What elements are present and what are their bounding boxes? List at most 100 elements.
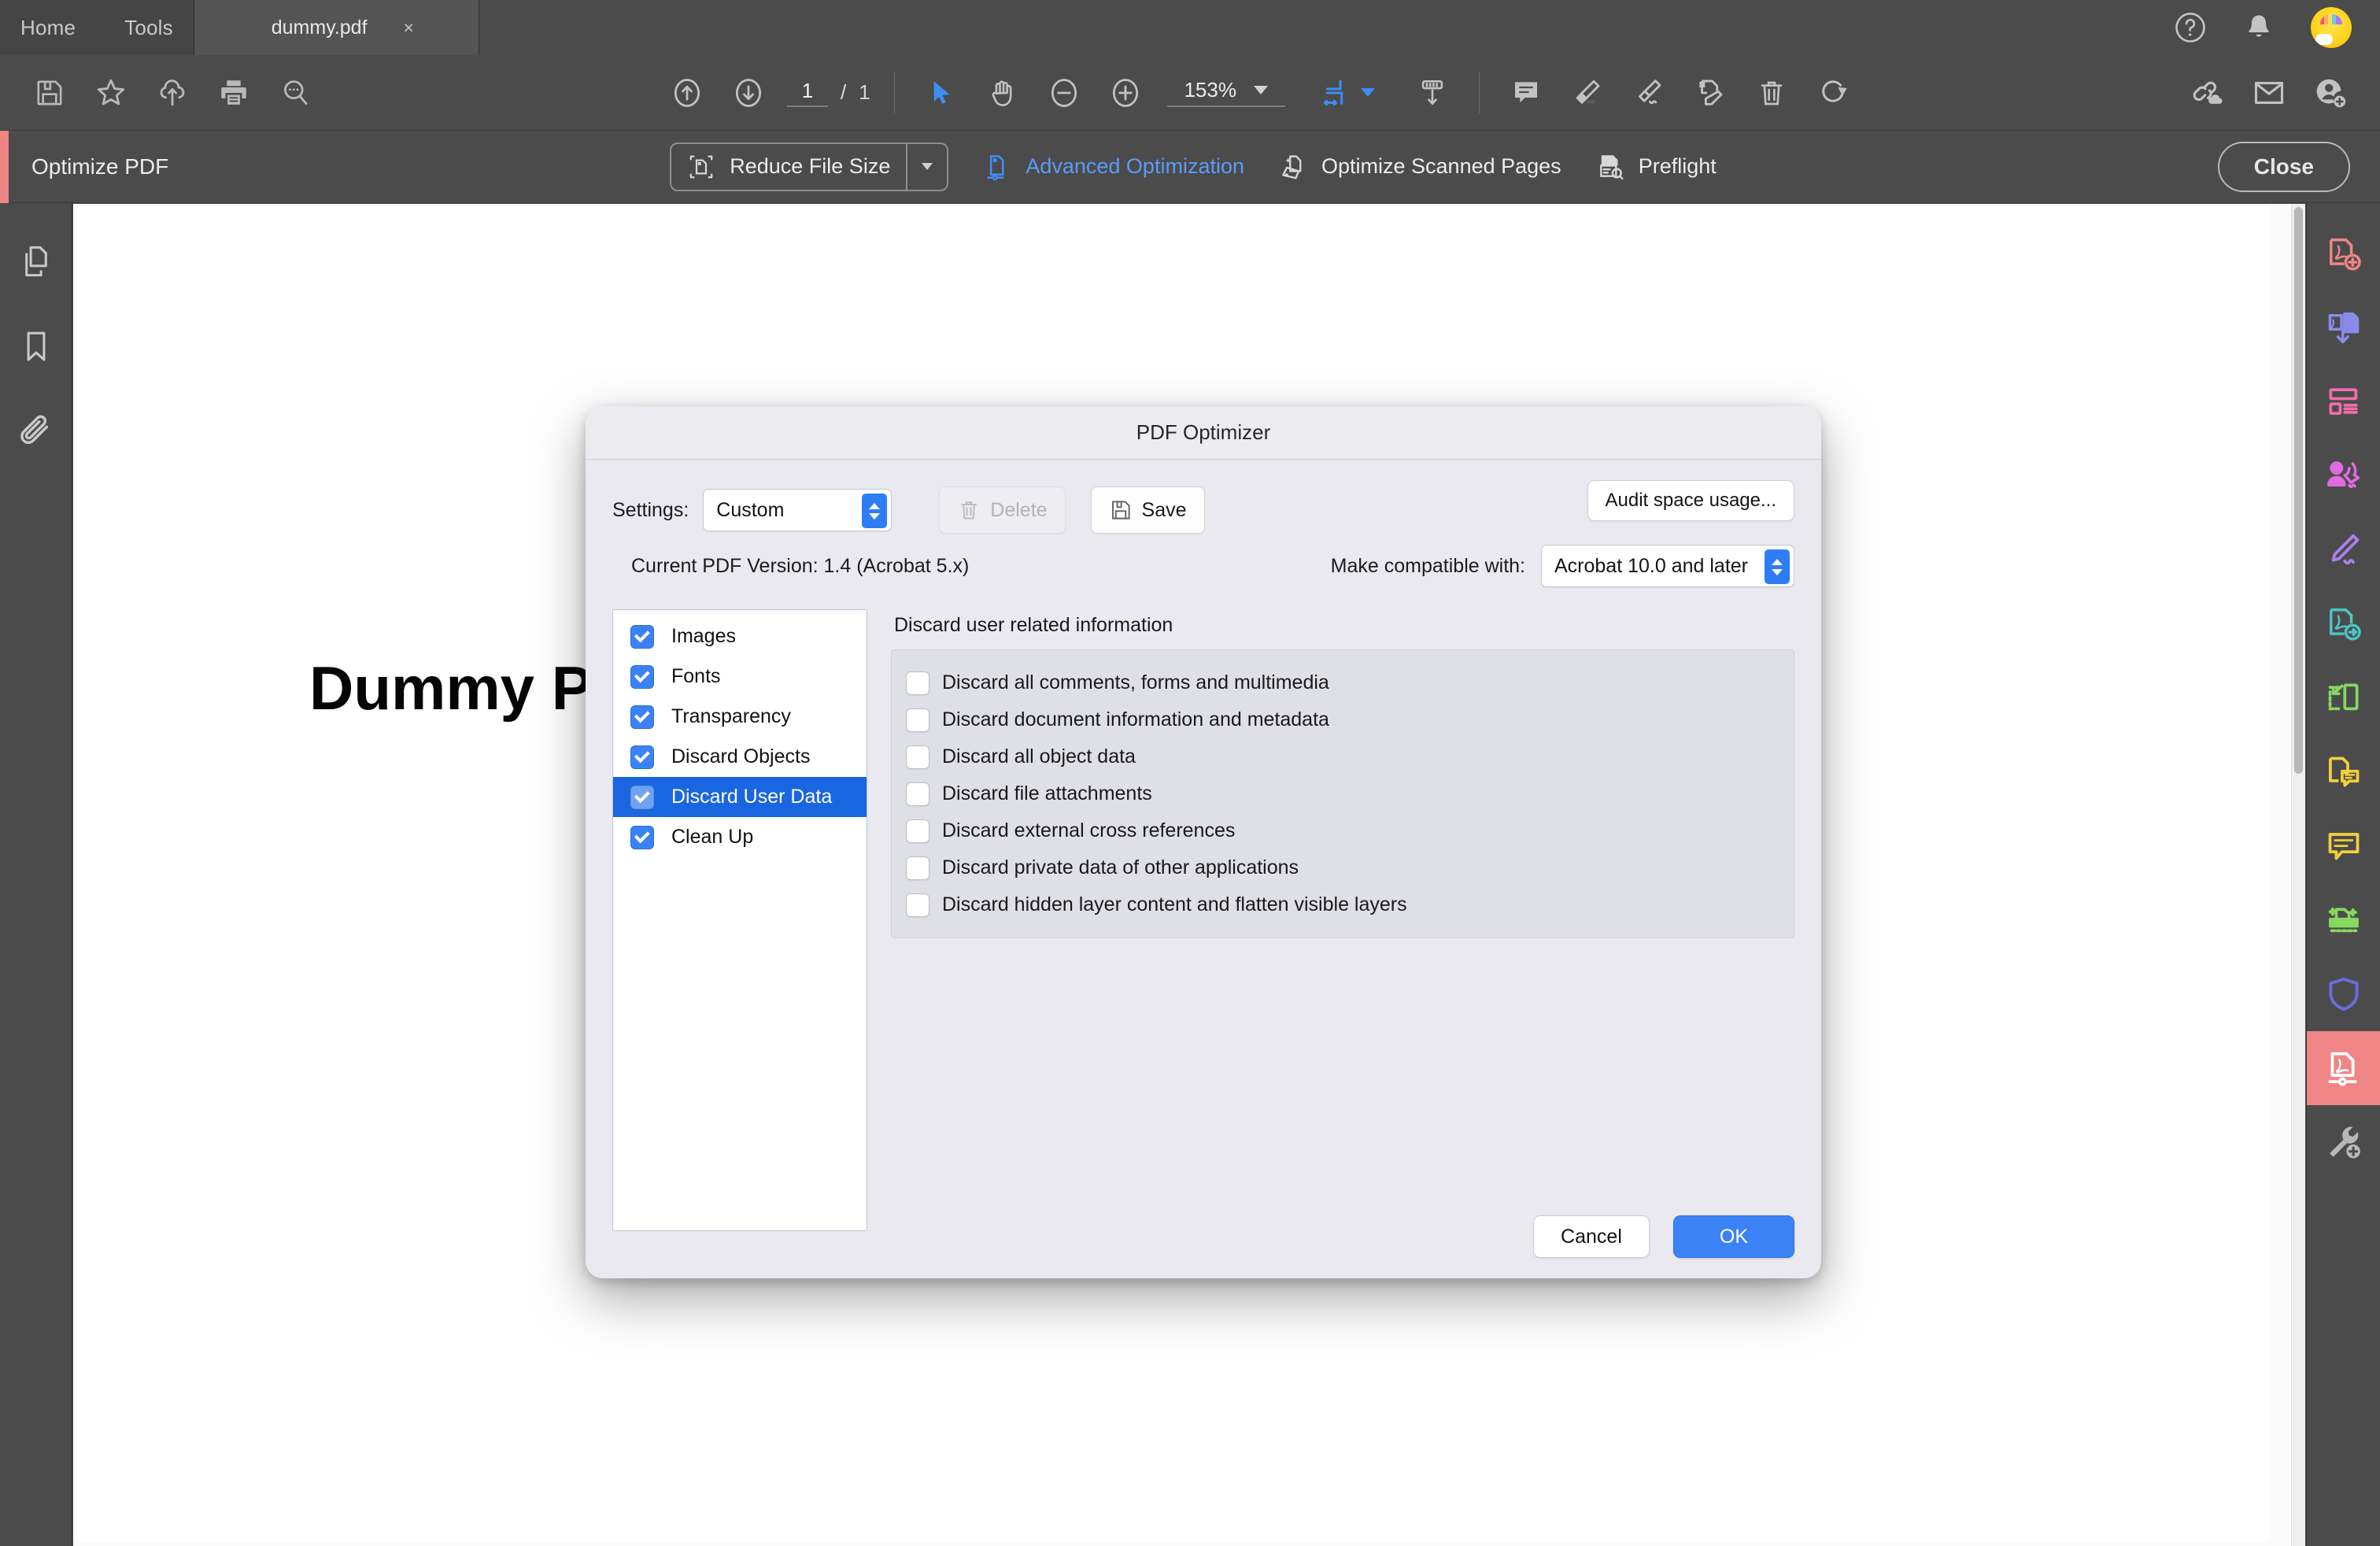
checkbox-unchecked-icon[interactable]	[906, 745, 929, 769]
preflight-button[interactable]: Preflight	[1596, 151, 1717, 183]
bookmarks-icon[interactable]	[11, 321, 61, 372]
option-row[interactable]: Discard all comments, forms and multimed…	[892, 664, 1794, 701]
hand-icon[interactable]	[972, 62, 1033, 124]
checkbox-unchecked-icon[interactable]	[906, 856, 929, 880]
page-current-input[interactable]: 1	[787, 79, 828, 107]
checkbox-unchecked-icon[interactable]	[906, 708, 929, 732]
arrow-down-circle-icon[interactable]	[718, 62, 779, 124]
zoom-level-select[interactable]: 153%	[1166, 78, 1285, 107]
edit-pdf-icon[interactable]	[1680, 62, 1741, 124]
category-row-transparency[interactable]: Transparency	[613, 697, 867, 737]
scroll-mode-icon[interactable]	[1402, 62, 1463, 124]
option-row[interactable]: Discard hidden layer content and flatten…	[892, 886, 1794, 923]
combine-files-icon[interactable]	[2307, 291, 2380, 365]
close-tab-icon[interactable]: ×	[404, 18, 414, 37]
trash-icon[interactable]	[1741, 62, 1802, 124]
category-row-images[interactable]: Images	[613, 616, 867, 656]
stamp-comment-icon[interactable]	[2307, 735, 2380, 809]
reduce-file-size-button[interactable]: Reduce File Size	[670, 142, 949, 191]
acrobat-window: Home Tools dummy.pdf × 1 / 1 153% Optimi…	[0, 0, 2380, 1546]
stepper-icon[interactable]	[1765, 549, 1790, 584]
create-pdf-icon[interactable]	[2307, 217, 2380, 291]
fountain-pen-icon[interactable]	[1618, 62, 1680, 124]
optimize-scanned-pages-label: Optimize Scanned Pages	[1321, 154, 1561, 178]
plus-circle-icon[interactable]	[1095, 62, 1156, 124]
search-comment-icon[interactable]	[264, 62, 326, 124]
checkbox-unchecked-icon[interactable]	[906, 782, 929, 806]
cursor-arrow-icon[interactable]	[911, 62, 972, 124]
tab-home[interactable]: Home	[20, 16, 76, 40]
ok-button[interactable]: OK	[1672, 1215, 1794, 1258]
save-settings-button[interactable]: Save	[1090, 486, 1205, 534]
category-list[interactable]: Images Fonts Transparency Discard Object…	[612, 609, 867, 1231]
organize-pages-icon[interactable]	[2307, 365, 2380, 439]
vertical-scrollbar-thumb[interactable]	[2294, 207, 2303, 774]
checkbox-checked-icon[interactable]	[630, 825, 654, 849]
category-row-clean-up[interactable]: Clean Up	[613, 817, 867, 857]
settings-select[interactable]: Custom	[703, 489, 893, 531]
highlighter-icon[interactable]	[1557, 62, 1618, 124]
cloud-upload-icon[interactable]	[142, 62, 203, 124]
crop-pages-icon[interactable]	[2307, 661, 2380, 735]
vertical-scrollbar-track[interactable]	[2291, 204, 2305, 1546]
share-link-cloud-icon[interactable]	[2177, 62, 2238, 124]
checkbox-checked-icon[interactable]	[630, 785, 654, 809]
category-row-discard-objects[interactable]: Discard Objects	[613, 737, 867, 777]
request-signatures-icon[interactable]	[2307, 439, 2380, 513]
star-icon[interactable]	[80, 62, 142, 124]
category-row-discard-user-data[interactable]: Discard User Data	[613, 777, 867, 817]
fill-and-sign-icon[interactable]	[2307, 513, 2380, 587]
protect-shield-icon[interactable]	[2307, 957, 2380, 1031]
tab-bar: Home Tools dummy.pdf ×	[0, 0, 2380, 55]
advanced-optimization-button[interactable]: Advanced Optimization	[983, 151, 1244, 183]
scan-and-ocr-icon[interactable]	[2307, 883, 2380, 957]
avatar[interactable]	[2311, 7, 2352, 48]
checkbox-checked-icon[interactable]	[630, 664, 654, 689]
stepper-icon[interactable]	[862, 494, 888, 528]
close-optimize-button[interactable]: Close	[2217, 141, 2350, 192]
checkbox-checked-icon[interactable]	[630, 705, 654, 729]
option-row[interactable]: Discard all object data	[892, 738, 1794, 775]
document-tab[interactable]: dummy.pdf ×	[194, 0, 479, 55]
option-row[interactable]: Discard private data of other applicatio…	[892, 849, 1794, 886]
envelope-icon[interactable]	[2238, 62, 2300, 124]
export-pdf-icon[interactable]	[2307, 587, 2380, 661]
help-circle-icon[interactable]	[2174, 11, 2207, 44]
checkbox-checked-icon[interactable]	[630, 745, 654, 769]
reduce-file-size-dropdown[interactable]	[906, 143, 947, 190]
more-tools-wrench-icon[interactable]	[2307, 1105, 2380, 1179]
bell-icon[interactable]	[2243, 11, 2275, 44]
reduce-file-size-main[interactable]: Reduce File Size	[671, 144, 906, 190]
rotate-icon[interactable]	[1802, 62, 1864, 124]
file-actions-group	[19, 62, 326, 124]
optimize-scanned-pages-button[interactable]: Optimize Scanned Pages	[1279, 151, 1561, 183]
add-person-icon[interactable]	[2300, 62, 2361, 124]
comment-icon[interactable]	[1495, 62, 1557, 124]
dialog-titlebar: PDF Optimizer	[586, 406, 1821, 460]
print-icon[interactable]	[203, 62, 264, 124]
category-row-fonts[interactable]: Fonts	[613, 656, 867, 697]
page-thumbnails-icon[interactable]	[11, 236, 61, 287]
tab-tools[interactable]: Tools	[124, 16, 173, 40]
optimize-pdf-icon[interactable]	[2306, 1031, 2380, 1105]
checkbox-unchecked-icon[interactable]	[906, 671, 929, 695]
save-floppy-icon[interactable]	[19, 62, 80, 124]
minus-circle-icon[interactable]	[1033, 62, 1095, 124]
chevron-down-icon[interactable]	[1253, 86, 1268, 94]
option-row[interactable]: Discard external cross references	[892, 812, 1794, 849]
cancel-button[interactable]: Cancel	[1533, 1215, 1650, 1258]
comment-icon[interactable]	[2307, 809, 2380, 883]
page-number-field[interactable]: 1 / 1	[787, 79, 870, 107]
delete-settings-button[interactable]: Delete	[939, 486, 1066, 534]
checkbox-unchecked-icon[interactable]	[906, 819, 929, 843]
checkbox-unchecked-icon[interactable]	[906, 893, 929, 917]
checkbox-checked-icon[interactable]	[630, 624, 654, 649]
option-row[interactable]: Discard document information and metadat…	[892, 701, 1794, 738]
attachments-paperclip-icon[interactable]	[11, 406, 61, 457]
option-row[interactable]: Discard file attachments	[892, 775, 1794, 812]
arrow-up-circle-icon[interactable]	[656, 62, 718, 124]
audit-space-usage-button[interactable]: Audit space usage...	[1587, 480, 1794, 521]
fit-page-icon[interactable]	[1306, 62, 1367, 124]
fit-dropdown-icon[interactable]	[1360, 88, 1375, 97]
compatibility-select[interactable]: Acrobat 10.0 and later	[1541, 545, 1794, 587]
